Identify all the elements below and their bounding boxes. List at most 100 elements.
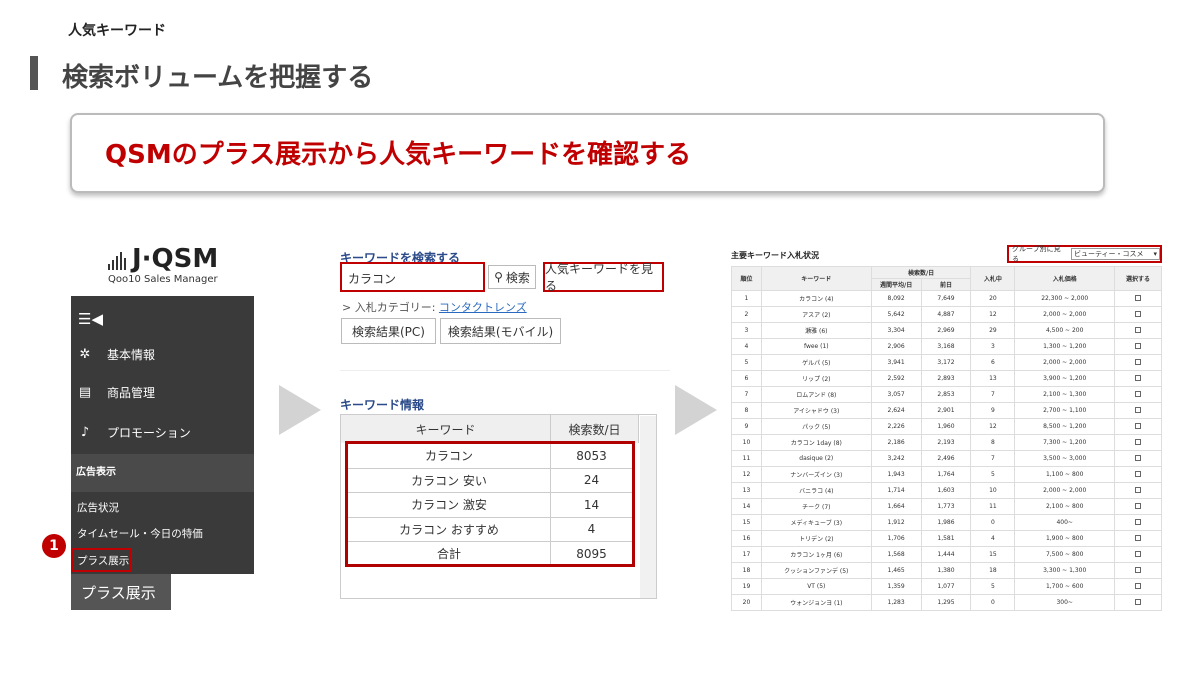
table-cell: 3,172	[920, 354, 972, 371]
search-icon: ⚲	[494, 270, 503, 284]
table-cell: 3,900 ~ 1,200	[1014, 370, 1116, 387]
menu-toggle-icon[interactable]: ☰◀	[71, 304, 254, 334]
keyword-info-title: キーワード情報	[340, 398, 425, 412]
table-cell: 1,714	[870, 482, 922, 499]
select-checkbox[interactable]	[1135, 566, 1142, 573]
table-cell: 13	[970, 370, 1016, 387]
sidebar-item-label: 商品管理	[107, 385, 156, 400]
sidebar-sub-timesale[interactable]: タイムセール・今日の特価	[77, 526, 203, 541]
chevron-right-icon: >	[342, 301, 355, 314]
select-checkbox[interactable]	[1135, 518, 1142, 525]
sidebar-item-basic-info[interactable]: ✲ 基本情報	[71, 338, 254, 370]
select-checkbox[interactable]	[1135, 294, 1142, 301]
table-cell: 19	[731, 578, 762, 595]
step-arrow-icon	[279, 385, 321, 435]
tab-search-results-pc[interactable]: 検索結果(PC)	[341, 318, 436, 344]
table-cell: 9	[970, 402, 1016, 419]
table-cell: 2,893	[920, 370, 972, 387]
bid-category-link[interactable]: コンタクトレンズ	[439, 301, 527, 314]
table-cell: 5	[970, 466, 1016, 483]
keyword-search-input[interactable]: カラコン	[340, 262, 485, 292]
select-cell	[1114, 498, 1162, 515]
table-row: 1 カラコン (4) 8,092 7,649 20 22,300 ~ 2,000	[731, 290, 1162, 307]
select-cell	[1114, 418, 1162, 435]
select-checkbox[interactable]	[1135, 342, 1142, 349]
select-checkbox[interactable]	[1135, 406, 1142, 413]
table-cell: 18	[970, 562, 1016, 579]
table-cell: 2,592	[870, 370, 922, 387]
table-cell: 2,186	[870, 434, 922, 451]
select-cell	[1114, 594, 1162, 611]
search-button[interactable]: ⚲ 検索	[488, 265, 536, 289]
table-cell: 1,568	[870, 546, 922, 563]
select-checkbox[interactable]	[1135, 486, 1142, 493]
table-cell: 1,700 ~ 600	[1014, 578, 1116, 595]
table-cell: 400~	[1014, 514, 1116, 531]
table-cell: 1,380	[920, 562, 972, 579]
select-checkbox[interactable]	[1135, 390, 1142, 397]
table-row: 8 アイシャドウ (3) 2,624 2,901 9 2,700 ~ 1,100	[731, 402, 1162, 419]
bid-category: > 入札カテゴリー: コンタクトレンズ	[342, 299, 527, 315]
table-row: 12 ナンバーズイン (3) 1,943 1,764 5 1,100 ~ 800	[731, 466, 1162, 483]
table-cell: 4,500 ~ 200	[1014, 322, 1116, 339]
table-cell: 29	[970, 322, 1016, 339]
table-cell: 9	[731, 418, 762, 435]
bid-category-label: 入札カテゴリー:	[354, 301, 439, 314]
table-cell: 18	[731, 562, 762, 579]
tab-search-results-mobile[interactable]: 検索結果(モバイル)	[440, 318, 561, 344]
select-checkbox[interactable]	[1135, 550, 1142, 557]
table-cell: 2,000 ~ 2,000	[1014, 306, 1116, 323]
table-cell: 2,000 ~ 2,000	[1014, 482, 1116, 499]
select-checkbox[interactable]	[1135, 374, 1142, 381]
select-cell	[1114, 306, 1162, 323]
table-cell: 1,912	[870, 514, 922, 531]
step-number-badge: 1	[42, 534, 66, 558]
select-checkbox[interactable]	[1135, 582, 1142, 589]
select-checkbox[interactable]	[1135, 502, 1142, 509]
bid-status-table: 順位 キーワード 検索数/日 入札中 入札価格 選択する 週間平均/日 前日 1…	[731, 266, 1162, 611]
sidebar-sub-ad-status[interactable]: 広告状況	[77, 500, 119, 515]
column-header-select: 選択する	[1114, 266, 1162, 291]
table-cell: 1,764	[920, 466, 972, 483]
column-header-keyword: キーワード	[341, 415, 551, 443]
table-cell: 12	[970, 306, 1016, 323]
table-cell: 17	[731, 546, 762, 563]
table-row: 15 メディキューブ (3) 1,912 1,986 0 400~	[731, 514, 1162, 531]
table-cell: 2,193	[920, 434, 972, 451]
select-cell	[1114, 338, 1162, 355]
table-cell: 2,100 ~ 1,300	[1014, 386, 1116, 403]
table-cell: 2,700 ~ 1,100	[1014, 402, 1116, 419]
sidebar-section-ads[interactable]: 広告表示	[71, 454, 254, 492]
group-select[interactable]: ビューティー・コスメ ▾	[1070, 248, 1160, 260]
table-cell: VT (5)	[760, 578, 872, 595]
select-checkbox[interactable]	[1135, 598, 1142, 605]
popular-keywords-button[interactable]: 人気キーワードを見る	[543, 262, 664, 293]
select-cell	[1114, 386, 1162, 403]
select-cell	[1114, 354, 1162, 371]
table-cell: パック (5)	[760, 418, 872, 435]
table-cell: 15	[731, 514, 762, 531]
select-checkbox[interactable]	[1135, 358, 1142, 365]
select-checkbox[interactable]	[1135, 470, 1142, 477]
table-cell: カラコン (4)	[760, 290, 872, 307]
table-cell: 16	[731, 530, 762, 547]
sidebar-item-promotion[interactable]: ♪ プロモーション	[71, 416, 254, 448]
select-checkbox[interactable]	[1135, 534, 1142, 541]
table-cell: 4,887	[920, 306, 972, 323]
table-cell: 12	[731, 466, 762, 483]
select-checkbox[interactable]	[1135, 422, 1142, 429]
table-cell: 3,304	[870, 322, 922, 339]
select-checkbox[interactable]	[1135, 438, 1142, 445]
select-cell	[1114, 530, 1162, 547]
select-checkbox[interactable]	[1135, 326, 1142, 333]
select-checkbox[interactable]	[1135, 454, 1142, 461]
table-scrollbar[interactable]	[640, 416, 656, 598]
table-cell: 2,000 ~ 2,000	[1014, 354, 1116, 371]
table-cell: リップ (2)	[760, 370, 872, 387]
table-cell: 1,444	[920, 546, 972, 563]
select-checkbox[interactable]	[1135, 310, 1142, 317]
table-cell: 1,943	[870, 466, 922, 483]
sidebar-item-product[interactable]: ▤ 商品管理	[71, 376, 254, 408]
table-row: 14 チーク (7) 1,664 1,773 11 2,100 ~ 800	[731, 498, 1162, 515]
table-cell: トリデン (2)	[760, 530, 872, 547]
